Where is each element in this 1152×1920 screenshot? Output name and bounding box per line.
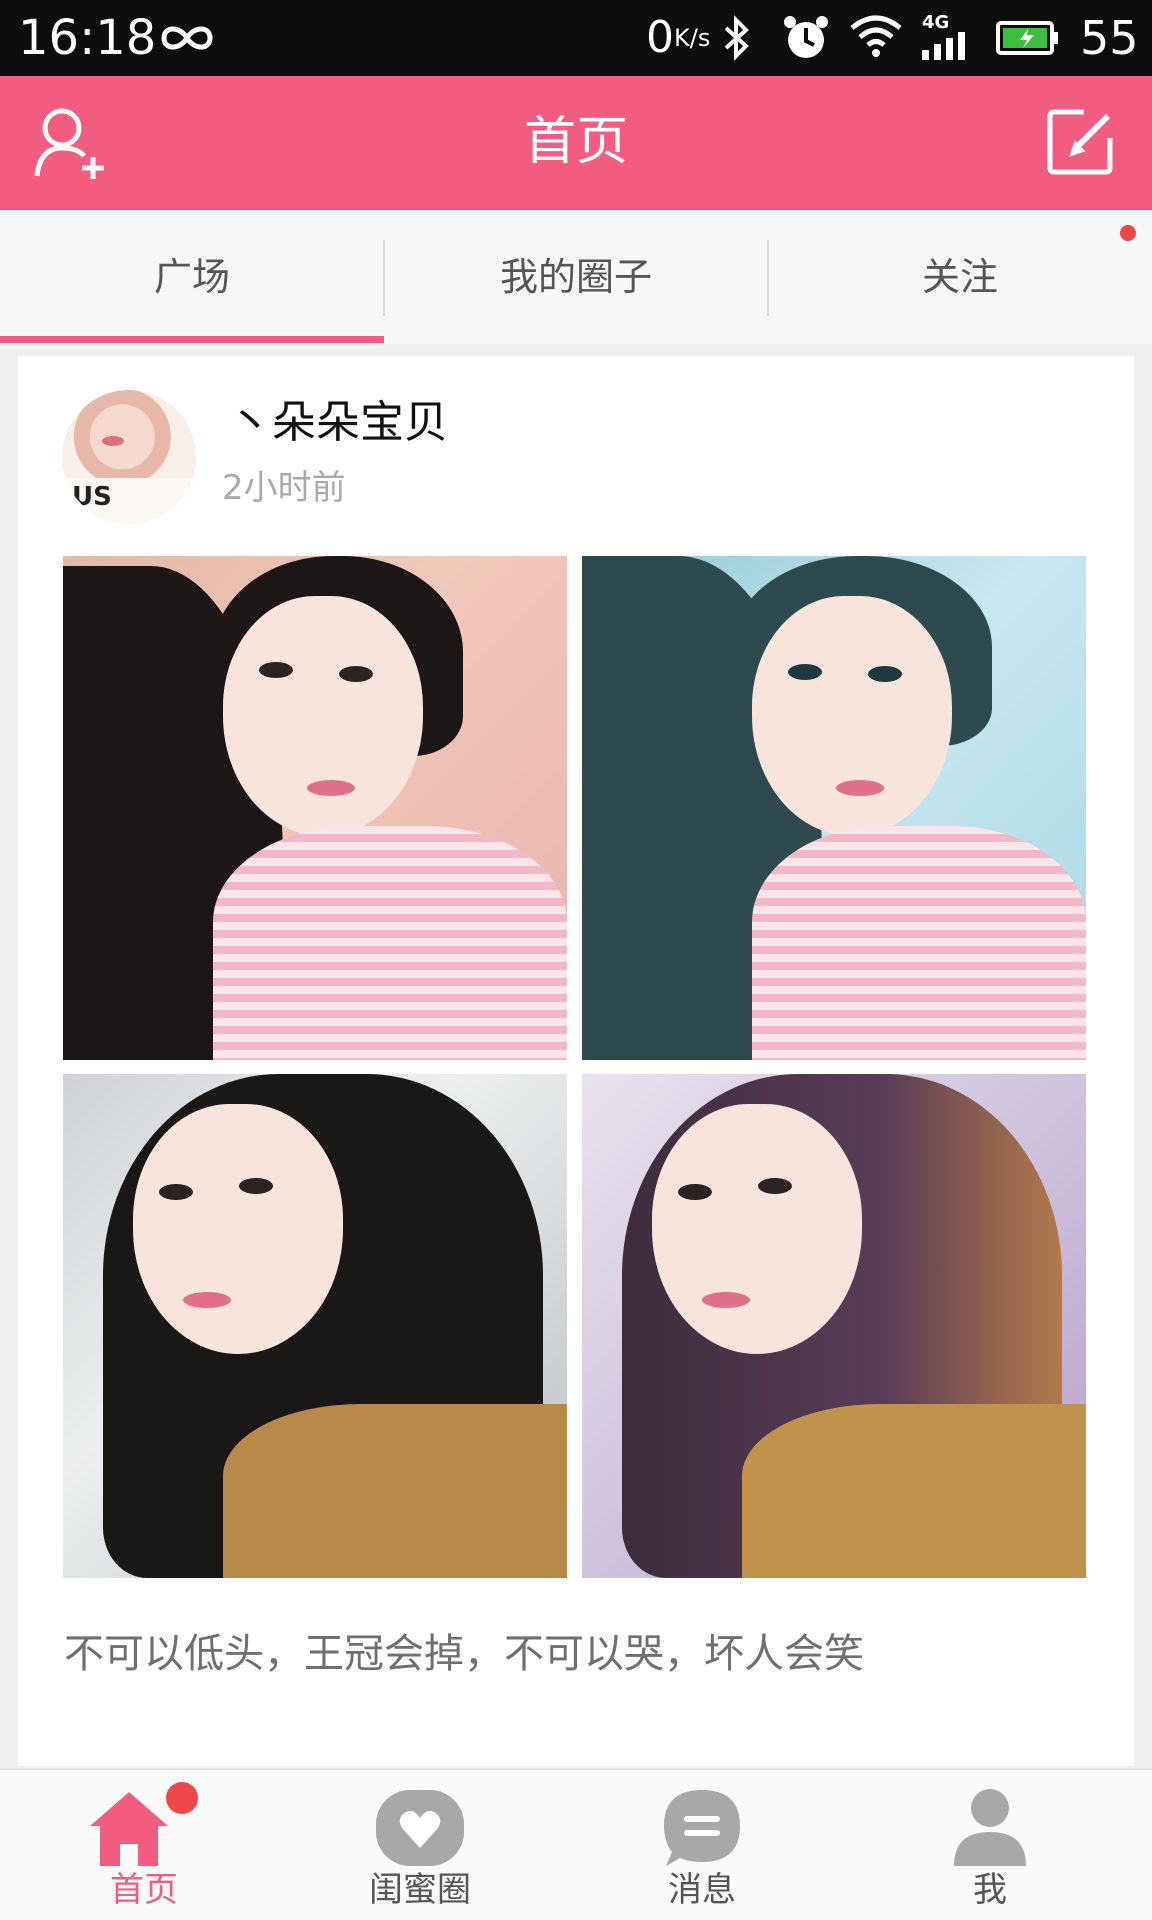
photo-shirt xyxy=(742,1404,1086,1578)
tab-following[interactable]: 关注 xyxy=(768,210,1152,344)
nav-messages[interactable]: 消息 xyxy=(612,1770,792,1920)
photo-face xyxy=(223,596,423,836)
compose-icon[interactable] xyxy=(1046,106,1116,176)
bluetooth-icon xyxy=(724,15,749,61)
person-icon xyxy=(954,1789,1026,1866)
photo-lips xyxy=(307,780,355,796)
page-title: 首页 xyxy=(523,112,628,172)
infinity-icon xyxy=(161,26,213,50)
photo-eye xyxy=(868,666,902,682)
photo-face xyxy=(752,596,952,836)
tab-my-circle[interactable]: 我的圈子 xyxy=(384,210,768,344)
nav-bestie-label: 闺蜜圈 xyxy=(369,1870,471,1910)
status-time: 16:18 xyxy=(18,10,157,66)
notification-dot xyxy=(1120,225,1136,241)
photo-lips xyxy=(836,780,884,796)
signal-icon xyxy=(922,32,965,60)
net-speed: 0K/s xyxy=(646,12,710,64)
photo-eye xyxy=(239,1178,273,1194)
photo-eye xyxy=(159,1184,193,1200)
nav-bestie-circle[interactable]: 闺蜜圈 xyxy=(330,1770,510,1920)
heart-icon xyxy=(376,1790,464,1866)
post-photo-2[interactable] xyxy=(582,556,1086,1060)
photo-eye xyxy=(339,666,373,682)
photo-lips xyxy=(183,1292,231,1308)
tab-plaza[interactable]: 广场 xyxy=(0,210,384,344)
screen: 16:18 0K/s 4G 55 首页 广场 我的圈子 关注 US 丶朵朵宝贝 … xyxy=(0,0,1152,1920)
bottom-nav: 首页 闺蜜圈 消息 我 xyxy=(0,1768,1152,1920)
tab-active-indicator xyxy=(0,336,384,343)
post-caption: 不可以低头，王冠会掉，不可以哭，坏人会笑 xyxy=(64,1631,864,1677)
photo-face xyxy=(133,1104,343,1354)
battery-level: 55 xyxy=(1080,11,1139,65)
nav-me-label: 我 xyxy=(973,1870,1007,1910)
nav-messages-label: 消息 xyxy=(668,1870,736,1910)
nav-home-label: 首页 xyxy=(110,1870,178,1910)
post-photo-1[interactable] xyxy=(63,556,567,1060)
photo-lips xyxy=(702,1292,750,1308)
photo-eye xyxy=(259,662,293,678)
wifi-icon xyxy=(850,15,902,57)
avatar-shirt-text: US xyxy=(72,482,112,512)
tab-bar: 广场 我的圈子 关注 xyxy=(0,210,1152,344)
message-icon xyxy=(664,1790,740,1866)
avatar[interactable]: US xyxy=(62,390,196,524)
avatar-lips xyxy=(102,436,124,446)
app-header: 首页 xyxy=(0,76,1152,210)
photo-face xyxy=(652,1104,862,1354)
battery-icon xyxy=(996,21,1058,55)
status-bar: 16:18 0K/s 4G 55 xyxy=(0,0,1152,76)
post-card[interactable]: US 丶朵朵宝贝 2小时前 不可以低头，王冠会掉，不可以哭，坏人会笑 xyxy=(18,356,1134,1766)
net-speed-unit: K/s xyxy=(674,24,711,52)
photo-shirt xyxy=(223,1404,567,1578)
post-photo-4[interactable] xyxy=(582,1074,1086,1578)
alarm-icon xyxy=(784,16,828,58)
nav-home[interactable]: 首页 xyxy=(54,1770,234,1920)
photo-eye xyxy=(758,1178,792,1194)
post-time: 2小时前 xyxy=(222,468,346,508)
photo-eye xyxy=(788,664,822,680)
photo-shirt xyxy=(752,826,1086,1060)
post-photo-3[interactable] xyxy=(63,1074,567,1578)
photo-shirt xyxy=(213,826,567,1060)
net-speed-value: 0 xyxy=(646,12,674,63)
nav-me[interactable]: 我 xyxy=(900,1770,1080,1920)
photo-eye xyxy=(678,1184,712,1200)
home-icon xyxy=(90,1792,168,1866)
nav-home-badge xyxy=(166,1782,198,1814)
post-username[interactable]: 丶朵朵宝贝 xyxy=(228,396,448,450)
